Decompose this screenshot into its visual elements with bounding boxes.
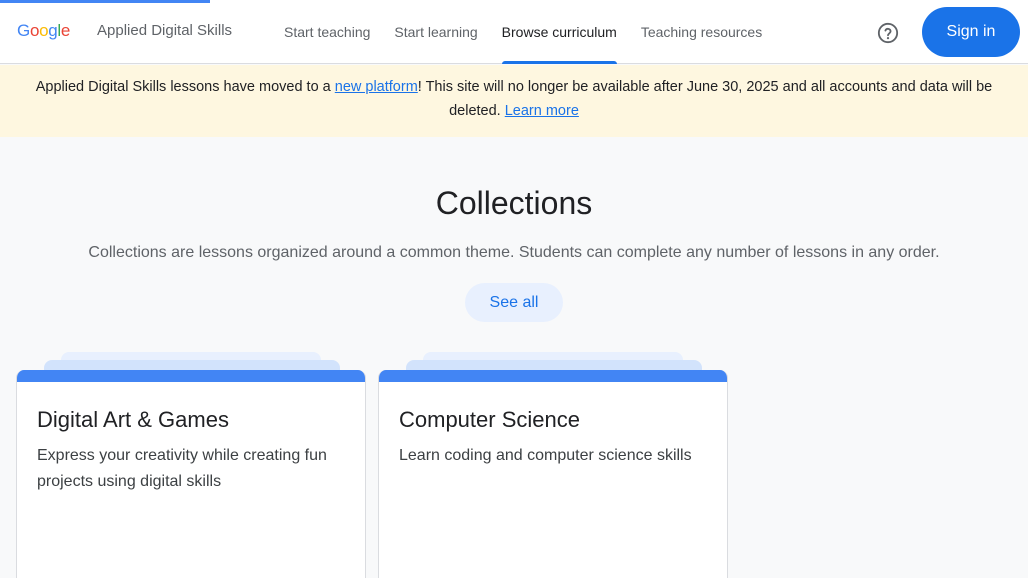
google-logo[interactable]: Google: [17, 21, 70, 41]
card-accent-bar: [379, 370, 727, 382]
collection-card-computer-science[interactable]: Computer Science Learn coding and comput…: [378, 370, 728, 578]
collection-card-wrapper: Digital Art & Games Express your creativ…: [16, 352, 366, 578]
new-platform-link[interactable]: new platform: [335, 79, 418, 95]
collection-card-wrapper: Computer Science Learn coding and comput…: [378, 352, 728, 578]
learn-more-link[interactable]: Learn more: [505, 103, 579, 119]
page-subtitle: Collections are lessons organized around…: [88, 244, 940, 261]
help-circle-icon[interactable]: [877, 22, 899, 44]
page-title: Collections: [435, 185, 593, 221]
sign-in-button[interactable]: Sign in: [922, 7, 1020, 57]
collection-card-digital-art-games[interactable]: Digital Art & Games Express your creativ…: [16, 370, 366, 578]
deprecation-banner: Applied Digital Skills lessons have move…: [0, 65, 1028, 137]
nav-teaching-resources[interactable]: Teaching resources: [629, 0, 774, 64]
card-description: Express your creativity while creating f…: [37, 447, 327, 490]
card-description: Learn coding and computer science skills: [399, 447, 692, 464]
page-loading-bar: [0, 0, 210, 3]
card-title: Digital Art & Games: [37, 407, 229, 432]
card-accent-bar: [17, 370, 365, 382]
nav-start-teaching[interactable]: Start teaching: [272, 0, 382, 64]
app-name[interactable]: Applied Digital Skills: [97, 22, 232, 39]
card-title: Computer Science: [399, 407, 580, 432]
see-all-button[interactable]: See all: [465, 283, 563, 322]
main-nav: Start teaching Start learning Browse cur…: [272, 0, 774, 64]
top-header: Google Applied Digital Skills Start teac…: [0, 0, 1028, 64]
nav-start-learning[interactable]: Start learning: [382, 0, 489, 64]
banner-text-before: Applied Digital Skills lessons have move…: [35, 79, 335, 95]
nav-browse-curriculum[interactable]: Browse curriculum: [490, 0, 629, 64]
